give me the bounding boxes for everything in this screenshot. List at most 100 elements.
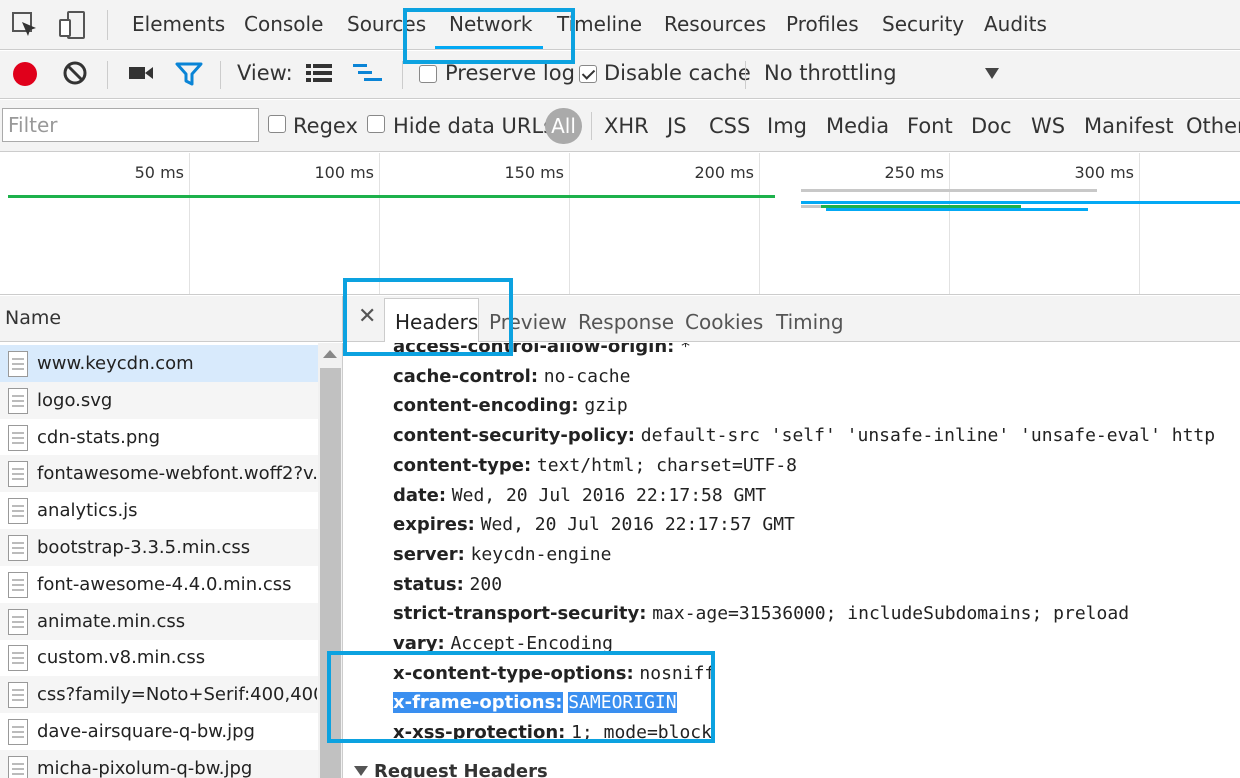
response-header-row: access-control-allow-origin: *	[393, 343, 691, 357]
file-icon	[8, 719, 28, 745]
header-key: cache-control:	[393, 365, 539, 387]
large-rows-icon[interactable]	[305, 62, 333, 84]
request-row[interactable]: css?family=Noto+Serif:400,400...	[0, 676, 318, 714]
toolbar-separator	[220, 61, 221, 89]
filter-type-xhr[interactable]: XHR	[604, 114, 649, 138]
throttling-select[interactable]: No throttling	[764, 61, 897, 85]
detail-tab-preview[interactable]: Preview	[489, 310, 567, 334]
response-header-row: cache-control: no-cache	[393, 366, 630, 387]
filter-type-manifest[interactable]: Manifest	[1084, 114, 1174, 138]
request-row[interactable]: bootstrap-3.3.5.min.css	[0, 529, 318, 566]
response-header-row: expires: Wed, 20 Jul 2016 22:17:57 GMT	[393, 514, 795, 535]
request-row[interactable]: www.keycdn.com	[0, 345, 318, 382]
regex-checkbox[interactable]	[268, 115, 286, 133]
detail-tab-cookies[interactable]: Cookies	[685, 310, 763, 334]
header-key: status:	[393, 573, 464, 595]
request-row[interactable]: dave-airsquare-q-bw.jpg	[0, 713, 318, 750]
waterfall-bar-queue	[801, 189, 1097, 192]
request-row[interactable]: cdn-stats.png	[0, 419, 318, 456]
request-name: css?family=Noto+Serif:400,400...	[37, 684, 317, 706]
detail-tab-response[interactable]: Response	[578, 310, 674, 334]
file-icon	[8, 424, 28, 451]
filter-type-css[interactable]: CSS	[709, 114, 750, 138]
close-icon[interactable]: ✕	[358, 304, 376, 329]
scrollbar-thumb[interactable]	[320, 368, 341, 778]
tab-network[interactable]: Network	[449, 12, 533, 36]
file-icon	[8, 535, 28, 561]
header-value: max-age=31536000; includeSubdomains; pre…	[652, 603, 1130, 625]
header-value: Wed, 20 Jul 2016 22:17:58 GMT	[451, 484, 767, 506]
triangle-down-icon[interactable]	[354, 766, 368, 776]
request-row[interactable]: fontawesome-webfont.woff2?v...	[0, 455, 318, 493]
preserve-log-checkbox[interactable]	[419, 65, 437, 83]
header-key: access-control-allow-origin:	[393, 343, 675, 357]
name-column-header[interactable]: Name	[0, 296, 343, 342]
scroll-up-arrow-icon[interactable]	[323, 350, 337, 358]
tab-sources[interactable]: Sources	[347, 12, 426, 36]
tab-resources[interactable]: Resources	[664, 12, 766, 36]
filter-bar: Regex Hide data URLs All XHR JS CSS Img Media…	[0, 100, 1240, 152]
request-name: bootstrap-3.3.5.min.css	[37, 537, 251, 558]
clear-icon[interactable]	[62, 60, 88, 86]
header-value: Wed, 20 Jul 2016 22:17:57 GMT	[480, 514, 795, 536]
file-icon	[8, 645, 28, 672]
hide-data-urls-checkbox[interactable]	[367, 115, 385, 133]
detail-tab-headers[interactable]: Headers	[395, 310, 478, 334]
tab-console[interactable]: Console	[244, 12, 323, 36]
filter-input[interactable]	[2, 108, 259, 142]
file-icon	[8, 571, 28, 598]
tab-audits[interactable]: Audits	[984, 12, 1047, 36]
filter-type-media[interactable]: Media	[826, 114, 889, 138]
record-icon[interactable]	[11, 60, 39, 88]
request-row[interactable]: micha-pixolum-q-bw.jpg	[0, 749, 318, 778]
request-row[interactable]: font-awesome-4.4.0.min.css	[0, 566, 318, 603]
file-icon	[8, 351, 28, 377]
header-key: x-content-type-options:	[393, 662, 634, 684]
overview-waterfall-icon[interactable]	[352, 62, 384, 84]
header-value: gzip	[584, 395, 628, 417]
capture-screenshots-icon[interactable]	[127, 62, 155, 84]
request-headers-section[interactable]: Request Headers	[374, 761, 548, 778]
device-mode-icon[interactable]	[58, 10, 88, 40]
filter-type-js[interactable]: JS	[667, 114, 687, 138]
request-name: micha-pixolum-q-bw.jpg	[37, 757, 253, 778]
toolbar-separator	[402, 61, 403, 89]
response-header-row: content-security-policy: default-src 'se…	[393, 425, 1215, 446]
request-row[interactable]: analytics.js	[0, 492, 318, 529]
network-overview: 50 ms 100 ms 150 ms 200 ms 250 ms 300 ms	[0, 153, 1240, 295]
filter-icon[interactable]	[175, 61, 203, 87]
request-name: dave-airsquare-q-bw.jpg	[37, 721, 255, 742]
tab-security[interactable]: Security	[882, 12, 964, 36]
file-icon	[8, 498, 28, 525]
header-key: x-xss-protection:	[393, 722, 566, 744]
tab-elements[interactable]: Elements	[132, 12, 225, 36]
tab-profiles[interactable]: Profiles	[786, 12, 859, 36]
header-value: *	[680, 343, 691, 357]
detail-tab-timing[interactable]: Timing	[776, 310, 844, 334]
filter-type-all[interactable]: All	[545, 108, 582, 144]
header-key: strict-transport-security:	[393, 603, 647, 625]
waterfall-bar-resource	[821, 205, 1021, 208]
filter-type-ws[interactable]: WS	[1031, 114, 1065, 138]
header-key: expires:	[393, 514, 475, 536]
request-row[interactable]: custom.v8.min.css	[0, 639, 318, 676]
response-header-row: x-content-type-options: nosniff	[393, 663, 715, 684]
request-row[interactable]: animate.min.css	[0, 602, 318, 640]
header-value: 1; mode=block	[571, 722, 712, 744]
tab-timeline[interactable]: Timeline	[557, 12, 642, 36]
filter-type-font[interactable]: Font	[907, 114, 953, 138]
file-icon	[8, 387, 28, 414]
request-row[interactable]: logo.svg	[0, 381, 318, 419]
file-icon	[8, 755, 28, 778]
filter-type-other[interactable]: Other	[1186, 114, 1240, 138]
toolbar-separator	[745, 61, 746, 89]
filter-type-doc[interactable]: Doc	[971, 114, 1012, 138]
disable-cache-checkbox[interactable]	[579, 65, 597, 83]
waterfall-bar-resource	[801, 201, 1240, 204]
chevron-down-icon[interactable]	[985, 68, 999, 79]
request-list: www.keycdn.com logo.svg cdn-stats.png fonta…	[0, 343, 318, 778]
file-icon	[8, 608, 28, 635]
inspect-element-icon[interactable]	[10, 10, 40, 40]
header-key: server:	[393, 543, 465, 565]
filter-type-img[interactable]: Img	[767, 114, 807, 138]
